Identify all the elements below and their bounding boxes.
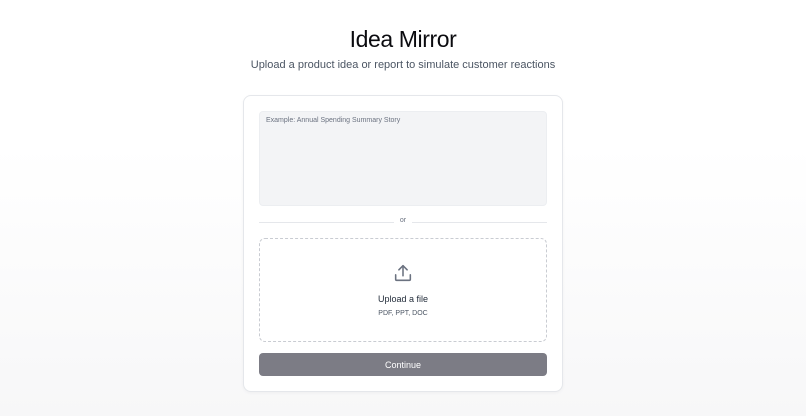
idea-form-card: or Upload a file PDF, PPT, DOC Continue: [243, 95, 563, 392]
or-divider: or: [259, 216, 547, 228]
upload-icon: [394, 264, 412, 282]
file-upload-dropzone[interactable]: Upload a file PDF, PPT, DOC: [259, 238, 547, 342]
divider-line-right: [412, 222, 547, 223]
upload-formats: PDF, PPT, DOC: [378, 310, 428, 317]
idea-input[interactable]: [259, 111, 547, 206]
upload-label: Upload a file: [377, 294, 429, 304]
continue-button[interactable]: Continue: [259, 353, 547, 376]
page-subtitle: Upload a product idea or report to simul…: [250, 59, 556, 71]
page-title: Idea Mirror: [349, 26, 457, 52]
